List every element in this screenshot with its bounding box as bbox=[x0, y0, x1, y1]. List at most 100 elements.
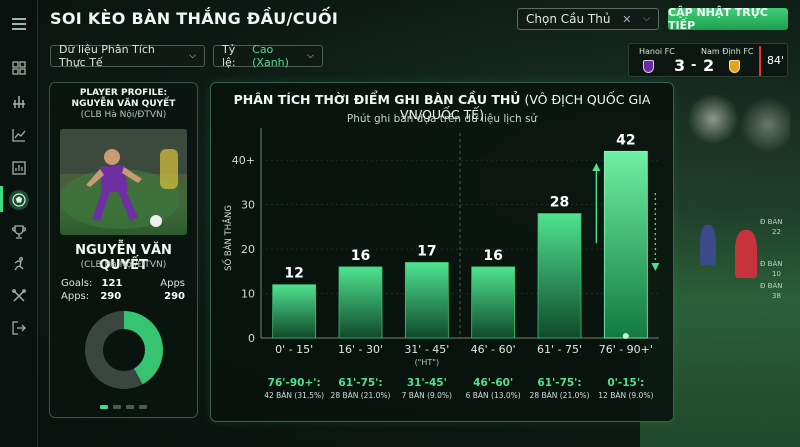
live-scoreboard: Hanoi FC Nam Định FC 3 - 2 84' bbox=[628, 43, 788, 77]
rate-label: Tỷ lệ: bbox=[222, 43, 236, 69]
goals-label: Goals: bbox=[61, 278, 93, 289]
bg-stat-label-2: Đ BÀN bbox=[760, 260, 783, 268]
home-score: 3 bbox=[674, 56, 686, 75]
bar-chart-icon[interactable] bbox=[9, 158, 29, 178]
bar-value-label: 16 bbox=[351, 248, 370, 264]
apps-value: 290 bbox=[100, 291, 122, 302]
bar-value-label: 16 bbox=[483, 248, 502, 264]
footnote-title: 76'-90+': bbox=[268, 377, 321, 389]
goals-value: 121 bbox=[101, 278, 123, 289]
y-tick-label: 0 bbox=[248, 332, 255, 345]
clear-icon[interactable]: ✕ bbox=[622, 13, 631, 26]
sidebar bbox=[0, 0, 38, 447]
background-player-blue bbox=[700, 225, 716, 265]
carousel-dot[interactable] bbox=[126, 405, 134, 409]
profile-name-small: NGUYỄN VĂN QUYẾT bbox=[71, 98, 176, 109]
bar bbox=[603, 150, 648, 339]
apps-label: Apps: bbox=[61, 291, 90, 302]
signal-icon[interactable] bbox=[9, 92, 29, 112]
up-arrow-head bbox=[592, 163, 601, 171]
y-tick-label: 30 bbox=[241, 199, 255, 212]
player-select[interactable]: Chọn Cầu Thủ ✕ ⌵ bbox=[517, 8, 659, 30]
player-profile-panel: PLAYER PROFILE: NGUYỄN VĂN QUYẾT (CLB Hà… bbox=[49, 82, 198, 418]
x-tick-label: 46' - 60' bbox=[471, 343, 516, 356]
data-source-dropdown[interactable]: Dữ liệu Phân Tích Thực Tế ⌵ bbox=[50, 43, 205, 69]
carousel-dot[interactable] bbox=[139, 405, 147, 409]
carousel-dots bbox=[100, 405, 147, 409]
down-arrow-head bbox=[651, 263, 660, 271]
sidebar-active-indicator bbox=[0, 186, 3, 212]
y-tick-label: 40+ bbox=[232, 154, 255, 167]
carousel-dot[interactable] bbox=[100, 405, 108, 409]
footnote-detail: 12 BÀN (9.0%) bbox=[598, 391, 653, 400]
apps-right-label: Apps bbox=[160, 278, 185, 289]
goal-timing-chart-panel: PHÂN TÍCH THỜI ĐIỂM GHI BÀN CẦU THỦ (VÔ … bbox=[210, 82, 674, 422]
bar bbox=[537, 213, 582, 339]
player-select-label: Chọn Cầu Thủ bbox=[526, 12, 611, 26]
bar-value-label: 17 bbox=[417, 243, 436, 259]
chevron-down-icon: ⌵ bbox=[307, 51, 314, 61]
footnote-detail: 28 BÀN (21.0%) bbox=[530, 391, 590, 400]
footnote-title: 46'-60' bbox=[473, 377, 513, 389]
bg-stat-value-3: 38 bbox=[772, 292, 781, 300]
x-tick-label: 31' - 45' bbox=[404, 343, 449, 356]
rate-dropdown[interactable]: Tỷ lệ: Cao (Xanh) ⌵ bbox=[213, 43, 323, 69]
bar bbox=[338, 266, 383, 339]
tools-icon[interactable] bbox=[9, 286, 29, 306]
bar bbox=[404, 262, 449, 339]
highlight-glow-dot bbox=[622, 333, 629, 339]
goal-timing-bar-chart: 0 10 20 30 40+ SỐ BÀN THẮNG 12 0' - 15' 76'-90+'… bbox=[221, 128, 660, 400]
score-separator: - bbox=[691, 58, 697, 73]
footnote-title: 0'-15': bbox=[607, 377, 644, 389]
data-source-label: Dữ liệu Phân Tích Thực Tế bbox=[59, 43, 155, 69]
footnote-detail: 6 BÀN (13.0%) bbox=[466, 391, 521, 400]
bg-stat-label-3: Đ BÀN bbox=[760, 282, 783, 290]
apps-stat: Apps: 290 bbox=[61, 291, 121, 302]
chevron-down-icon: ⌵ bbox=[189, 51, 196, 61]
football-icon[interactable] bbox=[9, 190, 29, 210]
profile-heading: PLAYER PROFILE: bbox=[79, 88, 168, 98]
runner-icon[interactable] bbox=[9, 254, 29, 274]
home-team-name: Hanoi FC bbox=[639, 47, 675, 56]
background-player-red bbox=[735, 230, 757, 278]
menu-lines-icon[interactable] bbox=[9, 14, 29, 34]
profile-header: PLAYER PROFILE: NGUYỄN VĂN QUYẾT (CLB Hà… bbox=[50, 88, 197, 120]
bg-stat-value-2: 10 bbox=[772, 270, 781, 278]
x-tick-note: ("HT") bbox=[415, 358, 440, 367]
carousel-dot[interactable] bbox=[113, 405, 121, 409]
bar bbox=[471, 266, 516, 339]
away-team-name: Nam Định FC bbox=[701, 47, 754, 56]
player-photo bbox=[60, 129, 187, 235]
bg-stat-value-1: 22 bbox=[772, 228, 781, 236]
bar-value-label: 42 bbox=[616, 132, 635, 148]
rate-value: Cao (Xanh) bbox=[252, 43, 289, 69]
goals-stat: Goals: 121 bbox=[61, 278, 122, 289]
grid-icon[interactable] bbox=[9, 58, 29, 78]
nam-dinh-fc-crest-icon bbox=[729, 60, 740, 73]
live-indicator-bar bbox=[759, 46, 761, 76]
hanoi-fc-crest-icon bbox=[643, 60, 654, 73]
player-club: (CLB Hà Nội/ĐTVN) bbox=[80, 260, 167, 270]
bar-value-label: 12 bbox=[284, 266, 303, 282]
y-tick-label: 10 bbox=[241, 288, 255, 301]
away-score: 2 bbox=[703, 56, 715, 75]
x-tick-label: 61' - 75' bbox=[537, 343, 582, 356]
stadium-lights bbox=[680, 95, 790, 155]
footnote-detail: 42 BÀN (31.5%) bbox=[264, 391, 324, 400]
logout-icon[interactable] bbox=[9, 318, 29, 338]
x-tick-label: 16' - 30' bbox=[338, 343, 383, 356]
bg-stat-label-1: Đ BÀN bbox=[760, 218, 783, 226]
page-title: SOI KÈO BÀN THẮNG ĐẦU/CUỐI bbox=[50, 9, 339, 28]
footnote-detail: 28 BÀN (21.0%) bbox=[331, 391, 391, 400]
apps-right-value: 290 bbox=[164, 291, 185, 302]
footnote-title: 61'-75': bbox=[537, 377, 581, 389]
bar bbox=[272, 284, 317, 339]
trophy-icon[interactable] bbox=[9, 222, 29, 242]
y-axis-label: SỐ BÀN THẮNG bbox=[221, 205, 234, 271]
bar-value-label: 28 bbox=[550, 195, 569, 211]
y-tick-label: 20 bbox=[241, 243, 255, 256]
line-chart-icon[interactable] bbox=[9, 125, 29, 145]
live-update-button[interactable]: CẬP NHẬT TRỰC TIẾP bbox=[668, 6, 788, 32]
match-minute: 84' bbox=[767, 54, 785, 67]
x-tick-label: 76' - 90+' bbox=[599, 343, 653, 356]
